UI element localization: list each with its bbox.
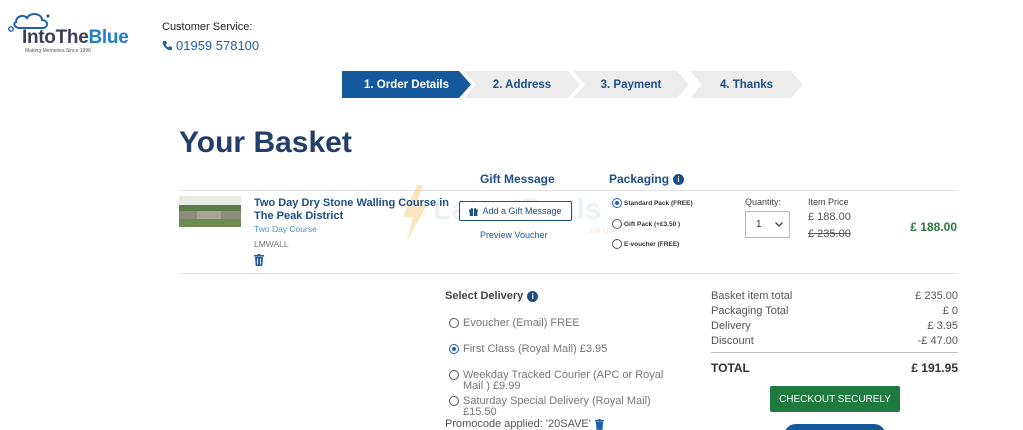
divider [711,352,958,353]
packaging-option-evoucher[interactable]: E-voucher (FREE) [612,239,679,249]
step-address[interactable]: 2. Address [464,71,580,98]
summary-total: TOTAL £ 191.95 [711,361,958,375]
trash-icon[interactable] [254,254,264,266]
product-image [179,196,241,227]
radio-button[interactable] [612,239,622,249]
packaging-option-gift[interactable]: Gift Pack (+£3.50 ) [612,219,680,229]
info-icon[interactable]: i [673,173,685,185]
page-title: Your Basket [179,126,352,159]
radio-button[interactable] [449,344,459,354]
product-thumbnail[interactable] [179,196,241,227]
step-order-details[interactable]: 1. Order Details [342,71,471,98]
gift-message-heading: Gift Message [480,172,555,186]
line-total: £ 188.00 [910,220,957,234]
preview-voucher-link[interactable]: Preview Voucher [480,230,548,240]
delivery-option-weekday-courier[interactable]: Weekday Tracked Courier (APC or Royal Ma… [449,370,674,392]
select-delivery-heading: Select Delivery i [445,290,539,302]
product-subtitle: Two Day Course [254,224,317,234]
chevron-down-icon [775,222,783,227]
delivery-option-saturday-special[interactable]: Saturday Special Delivery (Royal Mail) £… [449,396,674,418]
radio-button[interactable] [449,396,459,406]
secondary-button[interactable] [784,424,886,430]
logo-tagline: Making Memories Since 1996 [25,48,91,54]
customer-service-phone[interactable]: 01959 578100 [162,38,259,53]
trash-icon[interactable] [594,418,604,430]
item-price: £ 188.00 [808,211,851,223]
phone-icon [162,41,172,51]
radio-button[interactable] [449,370,459,380]
packaging-heading: Packaging i [609,172,685,186]
phone-number: 01959 578100 [176,38,260,53]
gift-icon [469,207,479,216]
summary-packaging-total: Packaging Total £ 0 [711,305,958,317]
quantity-label: Quantity: [745,197,782,207]
packaging-option-standard[interactable]: Standard Pack (FREE) [612,198,693,208]
customer-service-label: Customer Service: [162,21,253,33]
item-price-label: Item Price [808,197,849,207]
quantity-select[interactable]: 1 [745,211,790,238]
divider [179,273,958,274]
summary-basket-item-total: Basket item total £ 235.00 [711,290,958,302]
step-thanks[interactable]: 4. Thanks [690,71,803,98]
radio-button[interactable] [449,318,459,328]
site-logo[interactable]: IntoTheBlue Making Memories Since 1996 [8,8,148,56]
product-sku: LMWALL [254,239,289,249]
radio-button[interactable] [612,219,622,229]
delivery-option-first-class[interactable]: First Class (Royal Mail) £3.95 [449,344,607,355]
delivery-option-evoucher[interactable]: Evoucher (Email) FREE [449,318,580,329]
summary-discount: Discount -£ 47.00 [711,335,958,347]
summary-delivery: Delivery £ 3.95 [711,320,958,332]
add-gift-message-button[interactable]: Add a Gift Message [459,201,572,221]
step-payment[interactable]: 3. Payment [573,71,689,98]
item-price-original: £ 235.00 [808,228,851,240]
promocode-applied: Promocode applied: '20SAVE' [445,418,604,430]
radio-button[interactable] [612,198,622,208]
logo-wordmark: IntoTheBlue [22,27,129,48]
checkout-securely-button[interactable]: CHECKOUT SECURELY [770,386,900,412]
product-title[interactable]: Two Day Dry Stone Walling Course in The … [254,197,454,223]
info-icon[interactable]: i [527,290,539,302]
